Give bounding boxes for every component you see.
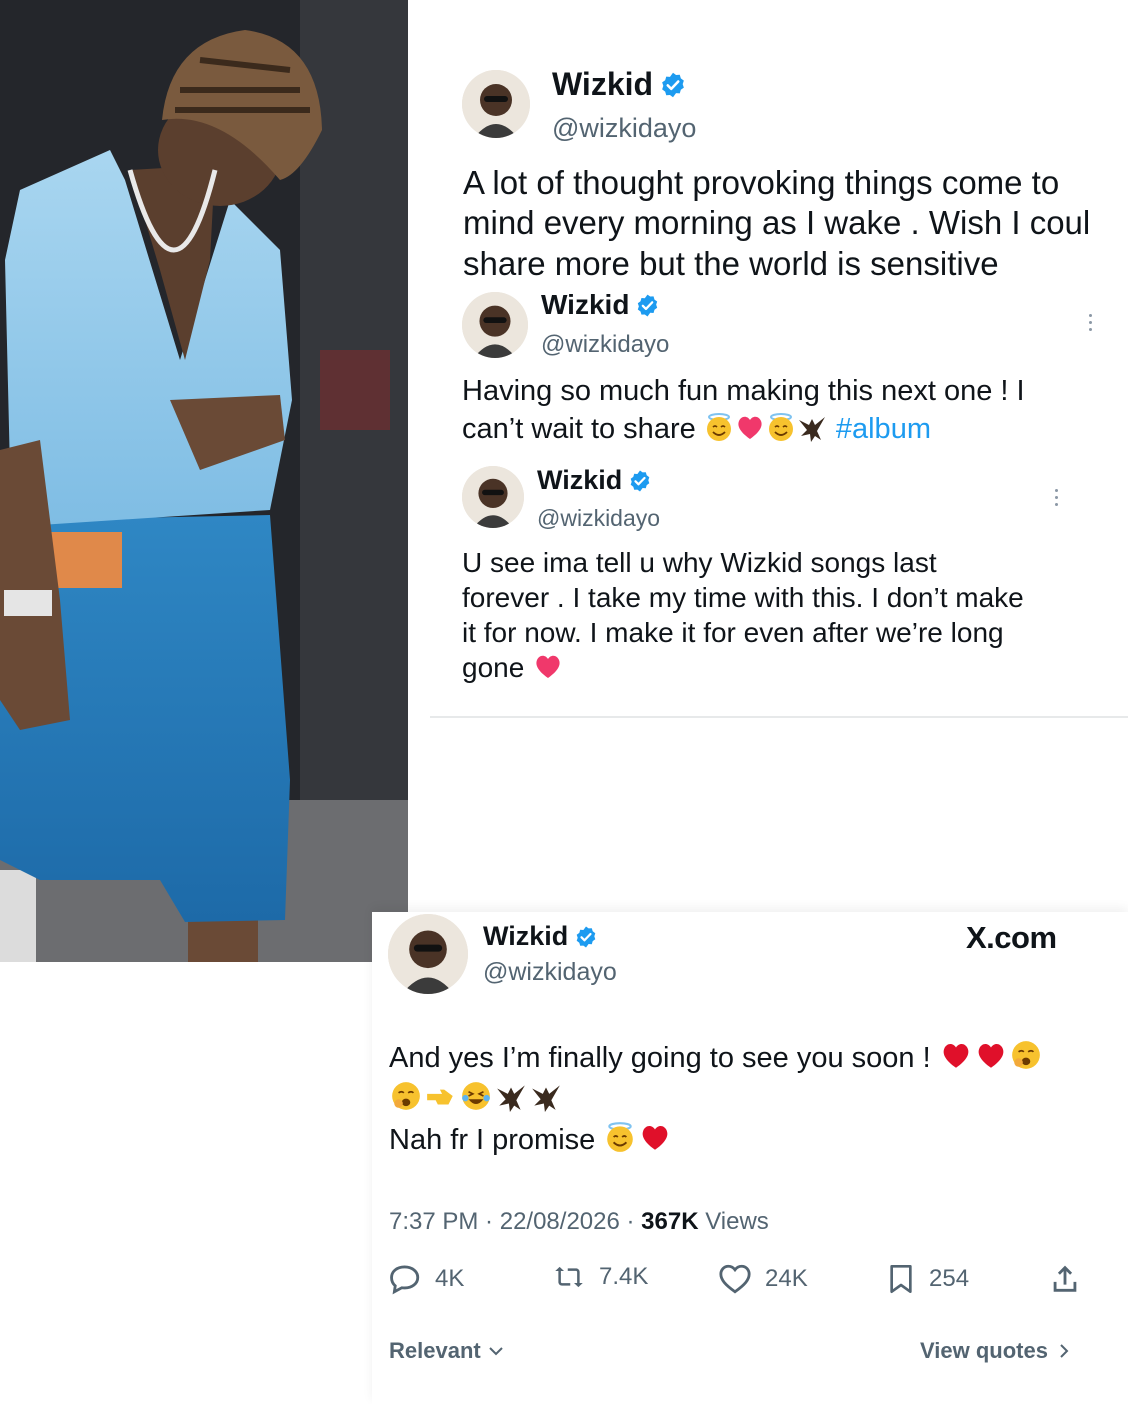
reply-icon (390, 1265, 420, 1295)
views-label: Views (705, 1208, 769, 1235)
like-count: 24K (765, 1265, 808, 1292)
bookmark-icon (890, 1265, 912, 1293)
relevant-label: Relevant (389, 1338, 481, 1363)
avatar[interactable] (462, 292, 528, 358)
heart-emoji-icon (978, 1044, 1004, 1068)
repost-button[interactable]: 7.4K (551, 1262, 648, 1292)
tweet-text: Having so much fun making this next one … (462, 373, 1025, 448)
like-button[interactable]: 24K (717, 1262, 808, 1296)
person-photo (0, 0, 408, 962)
pointing-hand-emoji-icon (427, 1089, 453, 1105)
tweet-time[interactable]: 7:37 PM (389, 1208, 478, 1235)
display-name[interactable]: Wizkid (483, 921, 568, 952)
tweet-meta: 7:37 PM · 22/08/2026 · 367K Views (389, 1208, 769, 1235)
angel-emoji-icon (706, 412, 731, 441)
more-options-icon[interactable] (1089, 314, 1093, 335)
view-quotes-label: View quotes (920, 1338, 1048, 1363)
angel-emoji-icon (607, 1122, 634, 1153)
tweet-text-line: forever . I take my time with this. I do… (462, 582, 1024, 613)
tweet-text: And yes I’m finally going to see you soo… (389, 1038, 1044, 1162)
tweet-date[interactable]: 22/08/2026 (500, 1208, 620, 1235)
heart-emoji-icon (738, 416, 762, 439)
eagle-emoji-icon (497, 1085, 525, 1113)
tweet-text-line: share more but the world is sensitive (463, 244, 999, 282)
tweet-text-line: it for now. I make it for even after we’… (462, 617, 1004, 648)
yawning-face-emoji-icon (1011, 1041, 1040, 1069)
avatar[interactable] (462, 70, 530, 138)
emoji-row (389, 1079, 1044, 1120)
laughing-face-emoji-icon (462, 1082, 490, 1111)
hashtag-link[interactable]: #album (836, 413, 931, 445)
verified-badge-icon (630, 470, 650, 491)
handle[interactable]: @wizkidayo (483, 958, 617, 987)
display-name[interactable]: Wizkid (541, 289, 629, 321)
heart-emoji-icon (536, 655, 560, 678)
handle[interactable]: @wizkidayo (537, 505, 660, 532)
photo-illustration (0, 0, 408, 962)
share-button[interactable] (1047, 1262, 1083, 1296)
repost-count: 7.4K (599, 1263, 649, 1290)
tweet-text: U see ima tell u why Wizkid songs last f… (462, 545, 1024, 685)
bookmark-count: 254 (929, 1265, 970, 1292)
chevron-right-icon (1060, 1344, 1069, 1358)
verified-badge-icon (638, 294, 658, 316)
heart-icon (719, 1264, 751, 1294)
more-options-icon[interactable] (1055, 489, 1059, 510)
handle[interactable]: @wizkidayo (552, 113, 696, 144)
tweet-text-line: gone (462, 652, 525, 683)
heart-emoji-icon (643, 1126, 668, 1151)
share-icon (1053, 1265, 1077, 1292)
display-name[interactable]: Wizkid (537, 465, 622, 496)
tweet-text: A lot of thought provoking things come t… (463, 163, 1090, 284)
yawning-face-emoji-icon (392, 1082, 420, 1111)
tweet-text-line: can’t wait to share (462, 412, 696, 445)
reply-count: 4K (435, 1265, 465, 1292)
verified-badge-icon (662, 72, 684, 97)
main-tweet-card[interactable]: Wizkid @wizkidayo X.com And yes I’m fina… (372, 912, 1128, 1404)
action-bar: 4K 7.4K 24K 254 (387, 1262, 1087, 1302)
tweet-text-line: mind every morning as I wake . Wish I co… (463, 204, 1091, 242)
tweet-text-line: A lot of thought provoking things come t… (463, 164, 1060, 201)
verified-badge-icon (576, 926, 596, 947)
bookmark-button[interactable]: 254 (885, 1262, 969, 1296)
chevron-down-icon (489, 1347, 503, 1356)
tweet-text-line: Nah fr I promise (389, 1124, 596, 1157)
tweet-text-line: And yes I’m finally going to see you soo… (389, 1042, 931, 1074)
divider (430, 716, 1128, 718)
reply-button[interactable]: 4K (387, 1262, 464, 1296)
heart-emoji-icon (943, 1044, 969, 1068)
display-name[interactable]: Wizkid (552, 66, 653, 103)
eagle-emoji-icon (532, 1085, 560, 1113)
relevant-sort-button[interactable]: Relevant (389, 1338, 505, 1364)
source-label: X.com (966, 920, 1057, 955)
view-quotes-link[interactable]: View quotes (920, 1338, 1070, 1364)
tweet-text-line: U see ima tell u why Wizkid songs last (462, 547, 937, 578)
avatar[interactable] (388, 914, 468, 994)
angel-emoji-icon (768, 412, 793, 441)
repost-icon (555, 1266, 583, 1288)
views-count: 367K (641, 1208, 699, 1235)
eagle-emoji-icon (798, 416, 825, 442)
handle[interactable]: @wizkidayo (541, 331, 669, 359)
tweet-text-line: Having so much fun making this next one … (462, 375, 1025, 407)
avatar[interactable] (462, 466, 524, 528)
